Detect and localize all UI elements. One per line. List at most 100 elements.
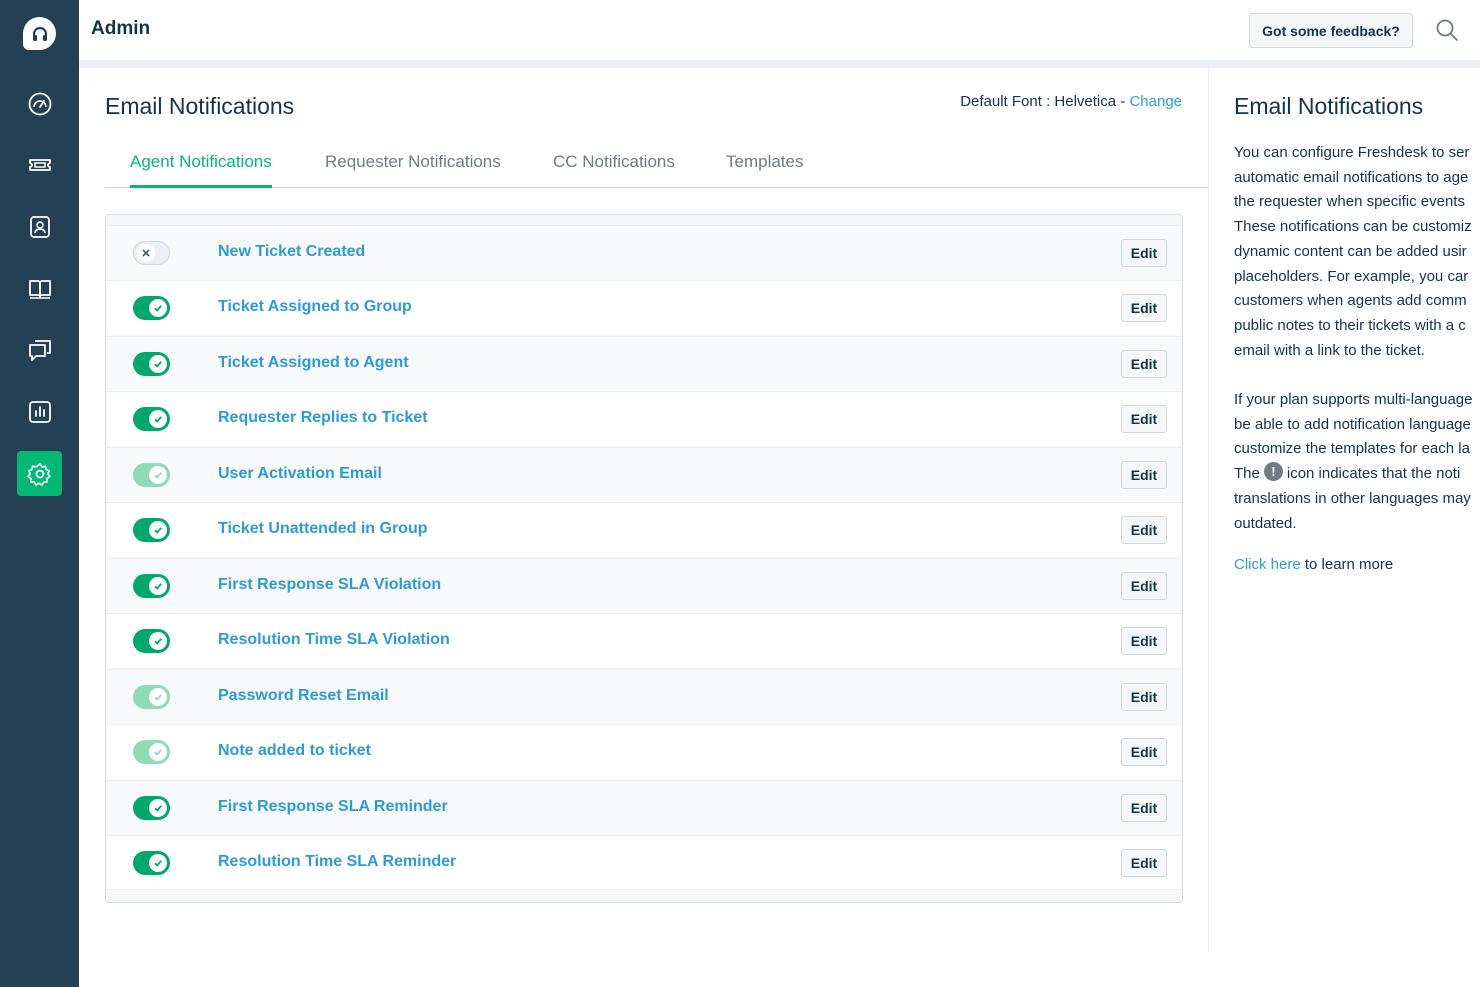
edit-button[interactable]: Edit xyxy=(1121,572,1167,600)
notification-toggle[interactable] xyxy=(133,796,170,820)
help-text-line: translations in other languages may xyxy=(1234,489,1471,507)
toggle-check-icon xyxy=(149,410,167,428)
notification-toggle[interactable] xyxy=(133,463,170,487)
toggle-check-icon xyxy=(149,799,167,817)
default-font-label: Default Font : xyxy=(960,93,1055,110)
notification-row: New Ticket Created Edit xyxy=(106,225,1182,280)
tab-agent-notifications[interactable]: Agent Notifications xyxy=(130,152,272,188)
help-text-line: outdated. xyxy=(1234,514,1297,532)
notification-row: Note added to ticket Edit xyxy=(106,724,1182,779)
notification-toggle[interactable] xyxy=(133,518,170,542)
edit-button[interactable]: Edit xyxy=(1121,405,1167,433)
notification-row: Resolution Time SLA Reminder Edit xyxy=(106,835,1182,890)
notification-row: First Response SLA Reminder Edit xyxy=(106,780,1182,835)
edit-button[interactable]: Edit xyxy=(1121,627,1167,655)
notification-link[interactable]: Resolution Time SLA Violation xyxy=(218,631,450,649)
tab-requester-notifications[interactable]: Requester Notifications xyxy=(325,152,501,188)
notification-row: Ticket Assigned to Group Edit xyxy=(106,280,1182,335)
notification-link[interactable]: Ticket Assigned to Group xyxy=(218,298,412,316)
sidebar-item-tickets[interactable] xyxy=(17,142,62,187)
top-header: Admin Got some feedback? xyxy=(79,0,1480,61)
help-paragraph-2: If your plan supports multi-language be … xyxy=(1234,388,1480,536)
notification-row: Requester Replies to Ticket Edit xyxy=(106,391,1182,446)
toggle-check-icon xyxy=(149,521,167,539)
sidebar-item-admin[interactable] xyxy=(17,451,62,496)
notification-link[interactable]: First Response SLA Reminder xyxy=(218,798,448,816)
toggle-check-icon xyxy=(149,466,167,484)
notification-toggle[interactable] xyxy=(133,629,170,653)
notification-toggle[interactable] xyxy=(133,685,170,709)
notification-list: New Ticket Created Edit Ticket Assigned … xyxy=(105,214,1183,903)
sidebar xyxy=(0,0,79,987)
tab-templates[interactable]: Templates xyxy=(726,152,803,188)
sidebar-item-solutions[interactable] xyxy=(17,266,62,311)
tab-cc-notifications[interactable]: CC Notifications xyxy=(553,152,675,188)
help-text-fragment: The xyxy=(1234,465,1260,483)
help-text-line: email with a link to the ticket. xyxy=(1234,341,1425,359)
notification-toggle[interactable] xyxy=(133,296,170,320)
help-text-line: You can configure Freshdesk to ser xyxy=(1234,144,1470,161)
notification-link[interactable]: Password Reset Email xyxy=(218,687,389,705)
toggle-check-icon xyxy=(149,577,167,595)
notification-row: Password Reset Email Edit xyxy=(106,669,1182,724)
edit-button[interactable]: Edit xyxy=(1121,516,1167,544)
edit-button[interactable]: Edit xyxy=(1121,350,1167,378)
sidebar-item-forums[interactable] xyxy=(17,327,62,372)
headset-icon xyxy=(32,26,47,41)
notification-toggle[interactable] xyxy=(133,352,170,376)
toggle-check-icon xyxy=(149,743,167,761)
edit-button[interactable]: Edit xyxy=(1121,683,1167,711)
notification-toggle[interactable] xyxy=(133,241,170,265)
sidebar-item-contacts[interactable] xyxy=(17,204,62,249)
notification-row: Ticket Assigned to Agent Edit xyxy=(106,336,1182,391)
help-text-line: customers when agents add comm xyxy=(1234,292,1467,310)
search-icon[interactable] xyxy=(1435,18,1459,42)
notification-link[interactable]: First Response SLA Violation xyxy=(218,576,441,594)
dashboard-icon xyxy=(28,92,51,115)
main-content: Email Notifications Default Font : Helve… xyxy=(79,68,1208,987)
notification-link[interactable]: New Ticket Created xyxy=(218,243,365,261)
help-text-line: the requester when specific events xyxy=(1234,193,1465,211)
feedback-button[interactable]: Got some feedback? xyxy=(1249,13,1413,48)
contacts-icon xyxy=(29,215,50,238)
notification-link[interactable]: Ticket Assigned to Agent xyxy=(218,354,409,372)
info-icon: ! xyxy=(1263,462,1283,482)
toggle-check-icon xyxy=(149,632,167,650)
notification-link[interactable]: Ticket Unattended in Group xyxy=(218,520,428,538)
notification-link[interactable]: Note added to ticket xyxy=(218,742,371,760)
freshdesk-logo[interactable] xyxy=(23,17,56,50)
help-text-line: placeholders. For example, you car xyxy=(1234,267,1469,285)
edit-button[interactable]: Edit xyxy=(1121,849,1167,877)
edit-button[interactable]: Edit xyxy=(1121,461,1167,489)
notification-link[interactable]: Requester Replies to Ticket xyxy=(218,409,428,427)
change-font-link[interactable]: Change xyxy=(1129,93,1182,110)
notification-toggle[interactable] xyxy=(133,851,170,875)
notification-toggle[interactable] xyxy=(133,574,170,598)
default-font-value: Helvetica xyxy=(1054,93,1117,110)
sidebar-item-reports[interactable] xyxy=(17,389,62,434)
help-text-line: These notifications can be customiz xyxy=(1234,218,1472,236)
learn-more-line: Click here to learn more xyxy=(1234,553,1480,578)
help-paragraph-1: You can configure Freshdesk to ser autom… xyxy=(1234,141,1480,363)
tickets-icon xyxy=(28,158,51,171)
notification-link[interactable]: User Activation Email xyxy=(218,465,382,483)
edit-button[interactable]: Edit xyxy=(1121,794,1167,822)
notification-link[interactable]: Resolution Time SLA Reminder xyxy=(218,853,456,871)
toggle-check-icon xyxy=(149,299,167,317)
edit-button[interactable]: Edit xyxy=(1121,239,1167,267)
page-heading: Admin xyxy=(91,18,151,39)
help-text-line: be able to add notification language xyxy=(1234,415,1471,433)
edit-button[interactable]: Edit xyxy=(1121,294,1167,322)
reports-icon xyxy=(28,400,51,423)
toggle-check-icon xyxy=(149,355,167,373)
sidebar-item-dashboard[interactable] xyxy=(17,81,62,126)
help-text-line: public notes to their tickets with a c xyxy=(1234,316,1466,334)
edit-button[interactable]: Edit xyxy=(1121,738,1167,766)
click-here-link[interactable]: Click here xyxy=(1234,556,1301,573)
notification-toggle[interactable] xyxy=(133,407,170,431)
help-text-fragment: icon indicates that the noti xyxy=(1286,465,1461,483)
help-panel: Email Notifications You can configure Fr… xyxy=(1208,68,1480,952)
help-text-line: dynamic content can be added usir xyxy=(1234,242,1467,260)
help-text-line: customize the templates for each la xyxy=(1234,440,1470,458)
notification-toggle[interactable] xyxy=(133,740,170,764)
